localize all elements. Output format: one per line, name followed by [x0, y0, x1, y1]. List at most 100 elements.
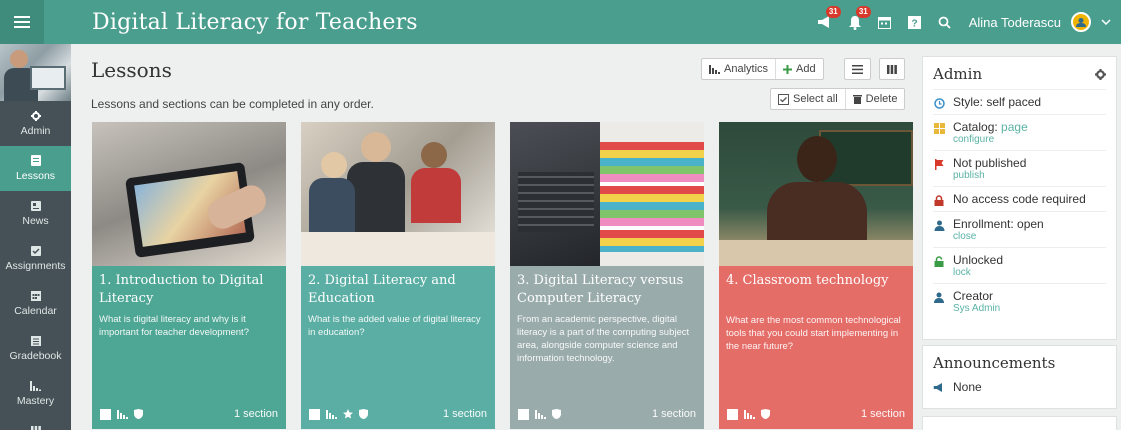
delete-label: Delete: [865, 93, 898, 105]
course-title[interactable]: Digital Literacy for Teachers: [92, 10, 418, 35]
sidebar-item-news[interactable]: News: [0, 191, 71, 236]
checkbox-icon: [778, 93, 789, 105]
list-view-toggle: [844, 58, 871, 80]
select-checkbox[interactable]: [309, 408, 320, 420]
sidebar-item-mastery[interactable]: Mastery: [0, 371, 71, 416]
sidebar-item-label: Calendar: [14, 304, 57, 317]
lessons-icon: [30, 155, 41, 166]
analytics-label: Analytics: [724, 63, 769, 75]
notifications-button[interactable]: 31: [815, 6, 841, 32]
alerts-badge: 31: [855, 6, 871, 18]
chevron-down-icon[interactable]: [1101, 19, 1111, 25]
help-button[interactable]: ?: [905, 12, 925, 32]
grid-view-button[interactable]: [880, 59, 904, 79]
sidebar-item-label: Admin: [20, 124, 51, 137]
alerts-button[interactable]: 31: [845, 6, 871, 32]
lesson-card-body: 3. Digital Literacy versus Computer Lite…: [510, 266, 704, 429]
gear-icon[interactable]: [1095, 68, 1106, 80]
user-name[interactable]: Alina Toderascu: [969, 15, 1061, 30]
selection-toolbar: Select all Delete: [770, 88, 906, 110]
admin-box: Admin Style: self paced Catalog: page co…: [922, 56, 1117, 340]
lesson-description: What is digital literacy and why is it i…: [99, 314, 249, 338]
lesson-card[interactable]: 3. Digital Literacy versus Computer Lite…: [510, 122, 704, 429]
grid-view-toggle: [879, 58, 905, 80]
search-icon: [938, 16, 951, 29]
select-all-button[interactable]: Select all: [771, 89, 845, 109]
announcements-title: Announcements: [933, 354, 1056, 372]
shield-icon: [552, 409, 561, 419]
user-avatar[interactable]: [1071, 12, 1091, 32]
svg-text:?: ?: [912, 18, 918, 29]
mastery-icon: [30, 380, 41, 391]
menu-button[interactable]: [0, 0, 44, 44]
catalog-page-link[interactable]: page: [1001, 120, 1028, 134]
lock-link[interactable]: lock: [953, 267, 1003, 278]
enrollment-row: Enrollment: open close: [933, 211, 1106, 247]
sidebar-item-more[interactable]: [0, 416, 71, 430]
analytics-icon[interactable]: [117, 409, 128, 419]
help-icon: ?: [908, 15, 922, 29]
page-title: Lessons: [91, 58, 172, 82]
access-row: No access code required: [933, 186, 1106, 211]
catalog-icon: [933, 122, 945, 134]
news-icon: [30, 200, 41, 211]
sidebar-item-admin[interactable]: Admin: [0, 101, 71, 146]
lesson-title: 2. Digital Literacy and Education: [308, 273, 456, 306]
section-count: 1 section: [233, 408, 278, 420]
sidebar-item-lessons[interactable]: Lessons: [0, 146, 71, 191]
notifications-badge: 31: [825, 6, 841, 18]
assignments-icon: [30, 245, 41, 256]
creator-link[interactable]: Sys Admin: [953, 303, 1000, 314]
flag-icon: [934, 158, 943, 170]
lesson-description: What is the added value of digital liter…: [308, 314, 481, 338]
analytics-button[interactable]: Analytics: [702, 59, 775, 79]
lesson-description: What are the most common technological t…: [726, 315, 901, 352]
announcements-value: None: [953, 380, 982, 394]
sidebar-item-label: Gradebook: [9, 349, 62, 362]
sidebar-item-gradebook[interactable]: Gradebook: [0, 326, 71, 371]
catalog-row: Catalog: page configure: [933, 114, 1106, 150]
catalog-configure-link[interactable]: configure: [953, 134, 1028, 145]
add-button[interactable]: Add: [775, 59, 823, 79]
top-bar: Digital Literacy for Teachers 31 31 ? Al…: [0, 0, 1121, 44]
lesson-image-tablet: [92, 122, 286, 266]
sidebar-item-calendar[interactable]: Calendar: [0, 281, 71, 326]
shield-icon: [761, 409, 770, 419]
sidebar: Admin Lessons News Assignments Calendar …: [0, 44, 71, 430]
lesson-image-laptop-books: [510, 122, 704, 266]
enrollment-close-link[interactable]: close: [953, 231, 1044, 242]
gear-icon: [30, 110, 41, 121]
sidebar-item-assignments[interactable]: Assignments: [0, 236, 71, 281]
lesson-cards: 1. Introduction to Digital Literacy What…: [92, 122, 913, 429]
list-view-button[interactable]: [845, 59, 870, 79]
clock-icon: [933, 97, 945, 109]
lock-icon: [934, 194, 944, 206]
plus-icon: [783, 64, 793, 74]
library-icon: [30, 426, 41, 430]
sidebar-item-label: Mastery: [16, 394, 55, 407]
delete-button[interactable]: Delete: [844, 89, 905, 109]
analytics-icon[interactable]: [535, 409, 546, 419]
lesson-card[interactable]: 1. Introduction to Digital Literacy What…: [92, 122, 286, 429]
analytics-icon[interactable]: [326, 409, 337, 419]
lesson-description: From an academic perspective, digital li…: [517, 314, 690, 364]
select-checkbox[interactable]: [727, 408, 738, 420]
grid-icon: [887, 64, 897, 74]
add-label: Add: [796, 63, 816, 75]
calendar-button[interactable]: [875, 12, 895, 32]
lesson-card[interactable]: 4. Classroom technology What are the mos…: [719, 122, 913, 429]
search-button[interactable]: [935, 12, 955, 32]
select-checkbox[interactable]: [100, 408, 111, 420]
publish-link[interactable]: publish: [953, 170, 1026, 181]
sidebar-item-label: Assignments: [5, 259, 66, 272]
shield-icon: [134, 409, 143, 419]
analytics-icon[interactable]: [744, 409, 755, 419]
style-row: Style: self paced: [933, 89, 1106, 114]
enrollment-text: Enrollment: open: [953, 217, 1044, 231]
hamburger-icon: [14, 16, 30, 28]
list-icon: [852, 64, 863, 74]
calendar-icon: [878, 16, 892, 29]
course-thumbnail[interactable]: [0, 44, 71, 101]
lesson-card[interactable]: 2. Digital Literacy and Education What i…: [301, 122, 495, 429]
select-checkbox[interactable]: [518, 408, 529, 420]
